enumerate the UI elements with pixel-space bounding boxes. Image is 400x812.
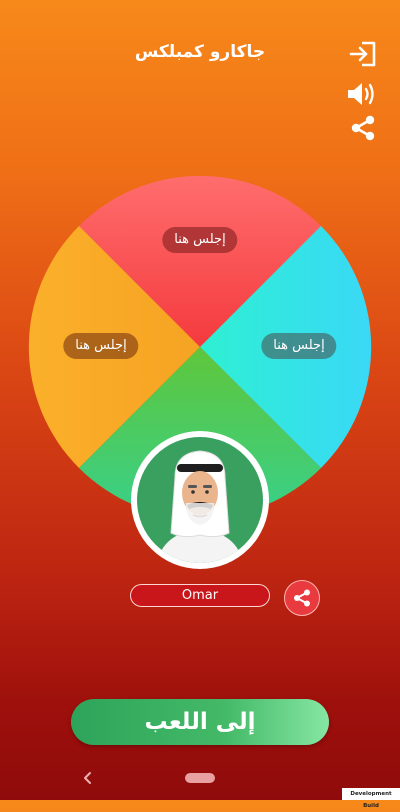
- seat-right-button[interactable]: إجلس هنا: [261, 333, 337, 359]
- exit-icon[interactable]: [345, 38, 381, 70]
- app-title: جاكارو كمبلكس: [134, 42, 266, 62]
- avatar-man-ghutra: [157, 450, 243, 563]
- game-table: [28, 175, 372, 519]
- seat-sector-top: [79, 175, 321, 347]
- player-name: Omar: [130, 584, 270, 607]
- seat-left-button[interactable]: إجلس هنا: [63, 333, 139, 359]
- development-build-label: Development Build: [342, 788, 400, 809]
- speaker-icon[interactable]: [345, 78, 381, 110]
- seat-top-button[interactable]: إجلس هنا: [162, 227, 238, 253]
- play-button[interactable]: إلى اللعب: [71, 699, 329, 745]
- player-avatar[interactable]: [131, 431, 269, 569]
- nav-home-handle[interactable]: [185, 773, 215, 783]
- share-icon: [294, 589, 310, 607]
- nav-back-icon[interactable]: [80, 768, 94, 788]
- player-share-button[interactable]: [284, 580, 320, 616]
- share-icon[interactable]: [345, 112, 381, 144]
